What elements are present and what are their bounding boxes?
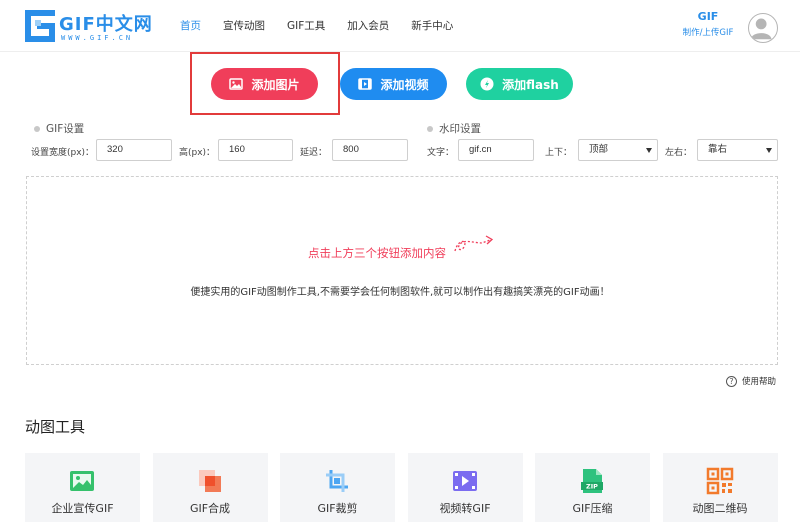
film-play-icon [452,471,477,491]
horizontal-position-value: 靠右 [708,144,728,155]
logo-subtitle: WWW.GIF.CN [61,34,134,42]
height-input[interactable]: 160 [218,139,293,161]
height-label: 高(px)： [179,148,216,158]
drop-hint: 点击上方三个按钮添加内容 [308,246,446,260]
make-upload-gif-link[interactable]: GIF 制作/上传GIF [680,10,736,38]
main-nav: 首页 宣传动图 GIF工具 加入会员 新手中心 [180,18,475,33]
tool-label: GIF压缩 [572,502,613,515]
delay-input[interactable]: 800 [332,139,408,161]
tool-label: 企业宣传GIF [51,502,114,515]
help-link[interactable]: ? 使用帮助 [726,375,776,387]
gif-settings-title: GIF设置 [34,121,84,136]
tool-card-gif-compress[interactable]: ZIP GIF压缩 [535,453,650,522]
add-image-button[interactable]: 添加图片 [211,68,318,100]
nav-item-promo-gif[interactable]: 宣传动图 [223,18,265,33]
tool-card-promo-gif[interactable]: 企业宣传GIF [25,453,140,522]
nav-item-home[interactable]: 首页 [180,18,201,33]
logo-title: GIF中文网 [59,14,153,35]
tool-card-gif-crop[interactable]: GIF裁剪 [280,453,395,522]
zip-file-icon: ZIP [581,469,603,493]
watermark-text-label: 文字： [427,148,455,158]
add-video-label: 添加视频 [380,77,429,92]
tool-label: GIF裁剪 [317,502,358,515]
nav-item-beginner[interactable]: 新手中心 [411,18,453,33]
nav-item-membership[interactable]: 加入会员 [347,18,389,33]
tool-label: 动图二维码 [692,502,748,515]
watermark-settings-title: 水印设置 [427,121,481,136]
layers-icon [198,470,221,492]
bullet-dot-icon [34,125,40,132]
image-icon [229,78,244,90]
help-label: 使用帮助 [742,377,777,387]
flash-icon [480,77,494,91]
width-label: 设置宽度(px)： [31,148,95,158]
image-frame-icon [70,471,94,491]
horizontal-position-label: 左右： [665,148,693,158]
delay-label: 延迟： [300,148,328,158]
width-input[interactable]: 320 [96,139,172,161]
content-drop-area[interactable] [26,176,778,365]
tool-card-gif-qrcode[interactable]: 动图二维码 [662,453,778,522]
question-icon: ? [726,375,737,387]
vertical-position-select[interactable]: 顶部 [578,139,658,161]
vertical-position-value: 顶部 [589,144,609,155]
logo-mark-icon [25,10,55,42]
tool-label: 视频转GIF [439,502,491,515]
crop-icon [326,470,348,492]
nav-item-gif-tools[interactable]: GIF工具 [287,18,325,33]
add-video-button[interactable]: 添加视频 [340,68,447,100]
caret-down-icon [766,148,772,153]
tools-grid: 企业宣传GIF GIF合成 GIF裁剪 视频转GIF ZIP GIF压缩 动图二… [25,453,778,522]
logo[interactable]: GIF中文网 WWW.GIF.CN [25,10,155,44]
horizontal-position-select[interactable]: 靠右 [697,139,778,161]
tool-card-video-to-gif[interactable]: 视频转GIF [407,453,523,522]
film-icon [358,78,373,90]
user-icon [750,18,772,40]
curly-arrow-icon [454,235,494,252]
tools-section-title: 动图工具 [25,418,86,436]
add-image-label: 添加图片 [251,77,300,92]
add-flash-button[interactable]: 添加flash [466,68,573,100]
caret-down-icon [646,148,652,153]
vertical-position-label: 上下： [545,148,573,158]
gif-label: GIF [697,10,719,23]
tool-label: GIF合成 [189,502,231,515]
tool-card-gif-merge[interactable]: GIF合成 [152,453,268,522]
make-upload-label: 制作/上传GIF [682,28,734,38]
add-flash-label: 添加flash [502,77,559,92]
watermark-text-input[interactable]: gif.cn [458,139,534,161]
header: GIF中文网 WWW.GIF.CN 首页 宣传动图 GIF工具 加入会员 新手中… [0,0,800,52]
svg-text:ZIP: ZIP [586,483,598,491]
bullet-dot-icon [427,125,433,132]
drop-description: 便捷实用的GIF动图制作工具,不需要学会任何制图软件,就可以制作出有趣搞笑漂亮的… [190,287,610,298]
avatar[interactable] [748,13,778,43]
qr-code-icon [706,467,733,495]
